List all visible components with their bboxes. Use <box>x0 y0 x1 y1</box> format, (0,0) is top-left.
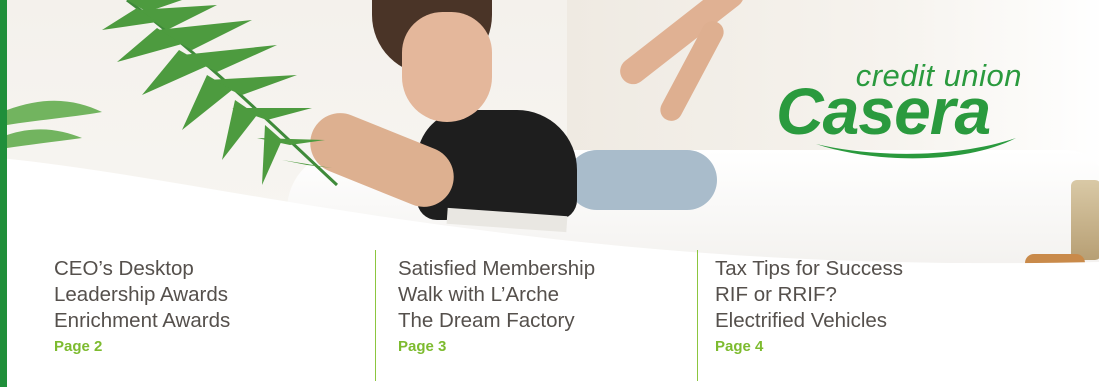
logo-swoosh-icon <box>816 138 1016 159</box>
article-title[interactable]: Tax Tips for Success <box>715 256 1045 282</box>
article-title[interactable]: Walk with L’Arche <box>398 282 716 308</box>
article-title[interactable]: CEO’s Desktop <box>54 256 370 282</box>
accent-bar <box>0 0 7 387</box>
contents-column-page-3: Satisfied Membership Walk with L’Arche T… <box>375 250 716 381</box>
article-title[interactable]: Leadership Awards <box>54 282 370 308</box>
logo-wordmark: Casera <box>776 74 991 148</box>
page-link[interactable]: Page 2 <box>54 338 370 355</box>
page-link[interactable]: Page 4 <box>715 338 1045 355</box>
contents-column-page-2: CEO’s Desktop Leadership Awards Enrichme… <box>54 256 370 387</box>
casera-logo: credit union Casera <box>776 58 1026 168</box>
newsletter-cover: credit union Casera CEO’s Desktop Leader… <box>0 0 1099 387</box>
article-title[interactable]: RIF or RRIF? <box>715 282 1045 308</box>
article-title[interactable]: Electrified Vehicles <box>715 308 1045 334</box>
article-title[interactable]: Satisfied Membership <box>398 256 716 282</box>
contents-column-page-4: Tax Tips for Success RIF or RRIF? Electr… <box>697 250 1045 381</box>
article-title[interactable]: Enrichment Awards <box>54 308 370 334</box>
article-title[interactable]: The Dream Factory <box>398 308 716 334</box>
page-link[interactable]: Page 3 <box>398 338 716 355</box>
